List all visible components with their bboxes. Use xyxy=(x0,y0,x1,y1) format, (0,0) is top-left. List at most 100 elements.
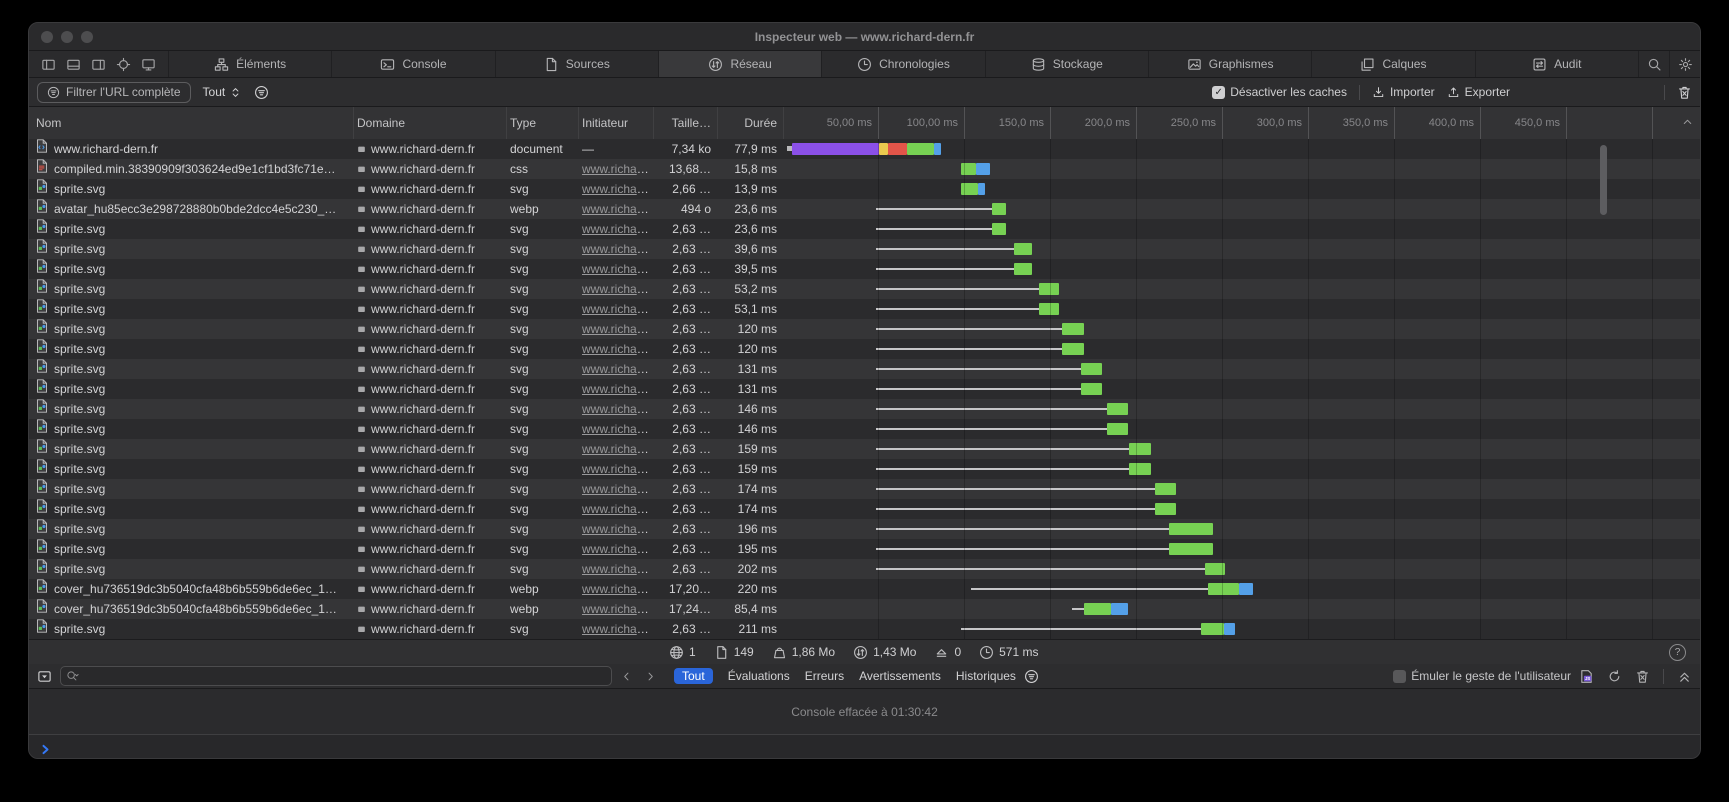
tab-graphismes[interactable]: Graphismes xyxy=(1148,51,1311,77)
show-javascript-sources-icon[interactable]: JS xyxy=(1579,669,1594,684)
filter-options-icon[interactable] xyxy=(254,85,269,100)
resource-type-select[interactable]: Tout xyxy=(203,85,243,99)
request-row[interactable]: sprite.svgwww.richard-dern.frsvgwww.rich… xyxy=(29,619,1700,639)
request-row[interactable]: cover_hu736519dc3b5040cfa48b6b559b6de6ec… xyxy=(29,599,1700,619)
initiator-link[interactable]: www.richard-d… xyxy=(582,462,652,476)
initiator-link[interactable]: www.richard-d… xyxy=(582,162,652,176)
request-row[interactable]: sprite.svgwww.richard-dern.frsvgwww.rich… xyxy=(29,399,1700,419)
reload-icon[interactable] xyxy=(1607,669,1622,684)
request-row[interactable]: sprite.svgwww.richard-dern.frsvgwww.rich… xyxy=(29,439,1700,459)
request-row[interactable]: sprite.svgwww.richard-dern.frsvgwww.rich… xyxy=(29,339,1700,359)
col-header-name[interactable]: Nom xyxy=(36,107,61,139)
col-header-domain[interactable]: Domaine xyxy=(357,107,405,139)
initiator-link[interactable]: www.richard-d… xyxy=(582,442,652,456)
initiator-link[interactable]: www.richard-d… xyxy=(582,422,652,436)
dock-right-icon[interactable] xyxy=(91,57,106,72)
initiator-link[interactable]: www.richard-d… xyxy=(582,222,652,236)
help-button[interactable]: ? xyxy=(1669,644,1686,661)
request-row[interactable]: sprite.svgwww.richard-dern.frsvgwww.rich… xyxy=(29,259,1700,279)
console-filter-icon[interactable] xyxy=(1024,669,1039,684)
request-row[interactable]: avatar_hu85ecc3e298728880b0bde2dcc4e5c23… xyxy=(29,199,1700,219)
import-button[interactable]: Importer xyxy=(1372,85,1435,99)
tab-sources[interactable]: Sources xyxy=(495,51,658,77)
request-row[interactable]: www.richard-dern.frwww.richard-dern.frdo… xyxy=(29,139,1700,159)
tab-reseau[interactable]: Réseau xyxy=(658,51,821,77)
request-row[interactable]: sprite.svgwww.richard-dern.frsvgwww.rich… xyxy=(29,559,1700,579)
request-row[interactable]: sprite.svgwww.richard-dern.frsvgwww.rich… xyxy=(29,479,1700,499)
request-row[interactable]: sprite.svgwww.richard-dern.frsvgwww.rich… xyxy=(29,219,1700,239)
console-scope-historiques[interactable]: Historiques xyxy=(956,669,1016,683)
console-search-input[interactable] xyxy=(82,668,606,684)
request-row[interactable]: sprite.svgwww.richard-dern.frsvgwww.rich… xyxy=(29,419,1700,439)
initiator-link[interactable]: www.richard-d… xyxy=(582,262,652,276)
dock-left-icon[interactable] xyxy=(41,57,56,72)
initiator-link[interactable]: www.richard-d… xyxy=(582,502,652,516)
export-button[interactable]: Exporter xyxy=(1447,85,1510,99)
request-row[interactable]: sprite.svgwww.richard-dern.frsvgwww.rich… xyxy=(29,379,1700,399)
request-row[interactable]: sprite.svgwww.richard-dern.frsvgwww.rich… xyxy=(29,179,1700,199)
tab-stockage[interactable]: Stockage xyxy=(985,51,1148,77)
tab-calques[interactable]: Calques xyxy=(1311,51,1474,77)
expand-console-icon[interactable] xyxy=(1677,669,1692,684)
col-header-size[interactable]: Taille… xyxy=(653,107,711,139)
console-drawer-icon[interactable] xyxy=(37,669,52,684)
initiator-link[interactable]: www.richard-d… xyxy=(582,522,652,536)
request-row[interactable]: sprite.svgwww.richard-dern.frsvgwww.rich… xyxy=(29,299,1700,319)
scrollbar-thumb[interactable] xyxy=(1600,145,1607,215)
dock-bottom-icon[interactable] xyxy=(66,57,81,72)
initiator-link[interactable]: www.richard-d… xyxy=(582,562,652,576)
tab-console[interactable]: Console xyxy=(331,51,494,77)
chevron-left-icon[interactable] xyxy=(620,670,636,683)
col-header-type[interactable]: Type xyxy=(510,107,536,139)
initiator-link[interactable]: www.richard-d… xyxy=(582,622,652,636)
gear-icon[interactable] xyxy=(1669,51,1700,77)
initiator-link[interactable]: www.richard-d… xyxy=(582,542,652,556)
initiator-link[interactable]: www.richard-d… xyxy=(582,322,652,336)
emulate-user-gesture-checkbox[interactable]: Émuler le geste de l'utilisateur xyxy=(1393,669,1571,683)
console-scope-erreurs[interactable]: Erreurs xyxy=(805,669,844,683)
disable-caches-checkbox[interactable]: ✓ Désactiver les caches xyxy=(1212,85,1347,99)
initiator-link[interactable]: www.richard-d… xyxy=(582,242,652,256)
request-row[interactable]: sprite.svgwww.richard-dern.frsvgwww.rich… xyxy=(29,539,1700,559)
request-row[interactable]: sprite.svgwww.richard-dern.frsvgwww.rich… xyxy=(29,519,1700,539)
request-row[interactable]: sprite.svgwww.richard-dern.frsvgwww.rich… xyxy=(29,359,1700,379)
initiator-link[interactable]: www.richard-d… xyxy=(582,482,652,496)
console-scope-avertissements[interactable]: Avertissements xyxy=(859,669,941,683)
initiator-link[interactable]: www.richard-d… xyxy=(582,362,652,376)
initiator-link[interactable]: www.richard-d… xyxy=(582,582,652,596)
col-header-initiator[interactable]: Initiateur xyxy=(582,107,628,139)
console-prompt-row[interactable] xyxy=(29,735,1700,758)
tab-chronologies[interactable]: Chronologies xyxy=(821,51,984,77)
console-scope-tout[interactable]: Tout xyxy=(674,668,713,684)
tab-audit[interactable]: Audit xyxy=(1475,51,1638,77)
col-header-duration[interactable]: Durée xyxy=(721,107,777,139)
console-search-field[interactable] xyxy=(60,666,612,686)
clock-icon xyxy=(857,57,872,72)
tab-elements[interactable]: Éléments xyxy=(168,51,331,77)
initiator-link[interactable]: www.richard-d… xyxy=(582,202,652,216)
device-icon[interactable] xyxy=(141,57,156,72)
initiator-link[interactable]: www.richard-d… xyxy=(582,182,652,196)
request-row[interactable]: cover_hu736519dc3b5040cfa48b6b559b6de6ec… xyxy=(29,579,1700,599)
filter-url-button[interactable]: Filtrer l'URL complète xyxy=(37,82,191,103)
console-scope-evaluations[interactable]: Évaluations xyxy=(728,669,790,683)
clear-network-trash-icon[interactable] xyxy=(1677,85,1692,100)
request-row[interactable]: sprite.svgwww.richard-dern.frsvgwww.rich… xyxy=(29,279,1700,299)
request-row[interactable]: sprite.svgwww.richard-dern.frsvgwww.rich… xyxy=(29,499,1700,519)
waterfall-segment-green xyxy=(1039,303,1059,315)
initiator-link[interactable]: www.richard-d… xyxy=(582,342,652,356)
element-picker-icon[interactable] xyxy=(116,57,131,72)
search-icon[interactable] xyxy=(1638,51,1669,77)
initiator-link[interactable]: www.richard-d… xyxy=(582,402,652,416)
clear-console-trash-icon[interactable] xyxy=(1635,669,1650,684)
request-row[interactable]: sprite.svgwww.richard-dern.frsvgwww.rich… xyxy=(29,459,1700,479)
collapse-waterfall-icon[interactable] xyxy=(1681,115,1694,128)
request-row[interactable]: sprite.svgwww.richard-dern.frsvgwww.rich… xyxy=(29,239,1700,259)
request-row[interactable]: sprite.svgwww.richard-dern.frsvgwww.rich… xyxy=(29,319,1700,339)
initiator-link[interactable]: www.richard-d… xyxy=(582,602,652,616)
request-row[interactable]: compiled.min.38390909f303624ed9e1cf1bd3f… xyxy=(29,159,1700,179)
initiator-link[interactable]: www.richard-d… xyxy=(582,282,652,296)
initiator-link[interactable]: www.richard-d… xyxy=(582,382,652,396)
initiator-link[interactable]: www.richard-d… xyxy=(582,302,652,316)
chevron-right-icon[interactable] xyxy=(644,670,660,683)
